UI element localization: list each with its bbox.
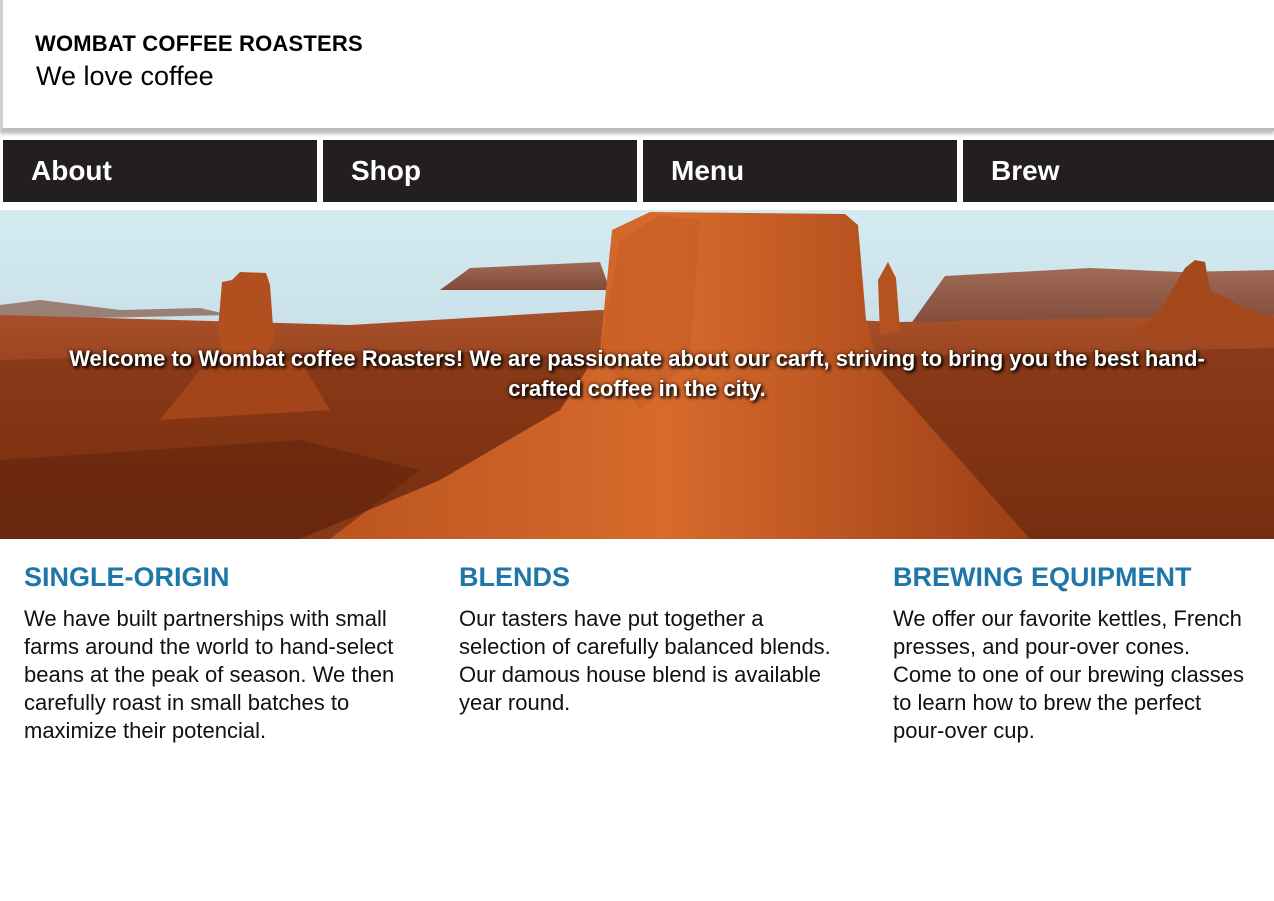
feature-title: BLENDS <box>459 562 571 592</box>
main-nav: About Shop Menu Brew <box>0 137 1274 205</box>
feature-title: SINGLE-ORIGIN <box>24 562 230 592</box>
feature-brewing-equipment: BREWING EQUIPMENT We offer our favorite … <box>893 562 1253 745</box>
feature-body: We have built partnerships with small fa… <box>24 606 395 743</box>
feature-blends: BLENDS Our tasters have put together a s… <box>459 562 839 717</box>
nav-item-menu[interactable]: Menu <box>640 137 960 205</box>
nav-item-about[interactable]: About <box>0 137 320 205</box>
feature-single-origin: SINGLE-ORIGIN We have built partnerships… <box>24 562 404 745</box>
hero-banner: Welcome to Wombat coffee Roasters! We ar… <box>0 210 1274 539</box>
nav-item-brew[interactable]: Brew <box>960 137 1274 205</box>
hero-welcome-text: Welcome to Wombat coffee Roasters! We ar… <box>69 346 1205 401</box>
site-header: WOMBAT COFFEE ROASTERS We love coffee <box>0 0 1274 131</box>
tagline: We love coffee <box>36 61 214 91</box>
feature-title: BREWING EQUIPMENT <box>893 562 1192 592</box>
feature-body: Our tasters have put together a selectio… <box>459 606 831 715</box>
feature-body: We offer our favorite kettles, French pr… <box>893 606 1244 743</box>
nav-item-shop[interactable]: Shop <box>320 137 640 205</box>
brand-name[interactable]: WOMBAT COFFEE ROASTERS <box>35 31 363 57</box>
page: WOMBAT COFFEE ROASTERS We love coffee Ab… <box>0 0 1274 901</box>
